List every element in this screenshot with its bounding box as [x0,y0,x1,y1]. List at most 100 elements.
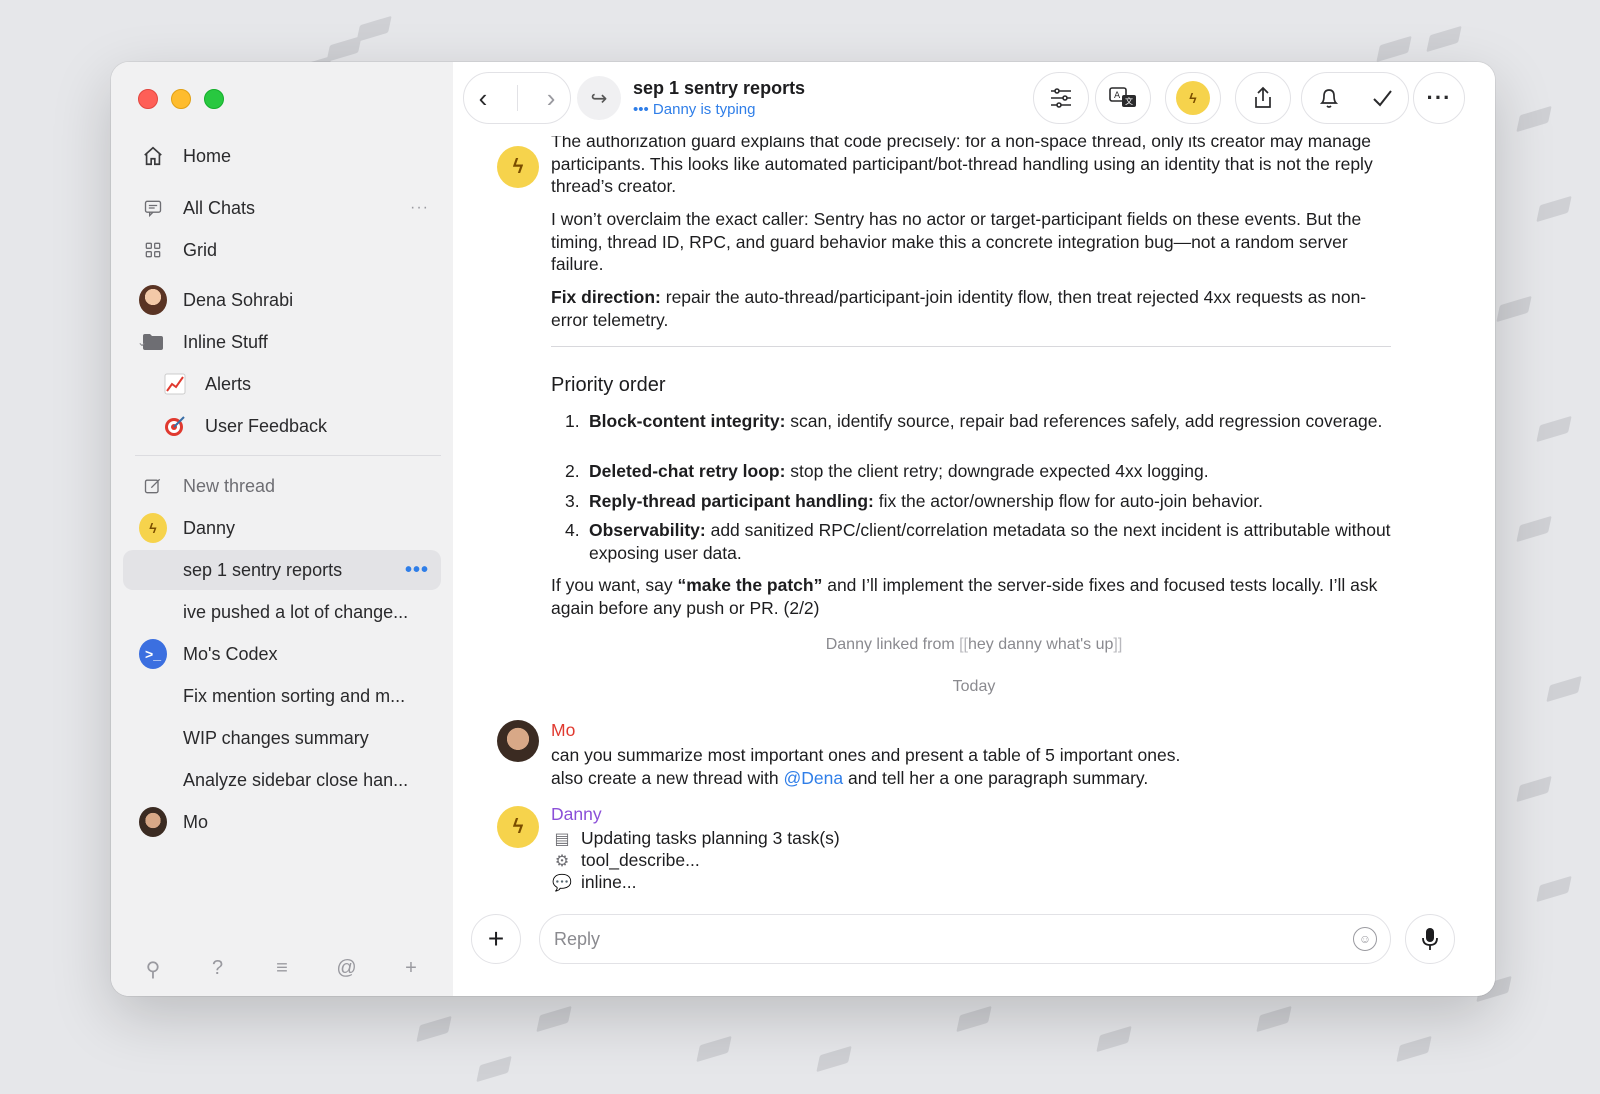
window-controls [138,89,224,109]
message-paragraph: I won’t overclaim the exact caller: Sent… [551,209,1362,274]
app-window: Home All Chats ··· Grid Dena Sohrabi ⌄ I… [111,62,1495,996]
sidebar-item-label: Dena Sohrabi [183,289,294,310]
clipboard-icon: ▤ [554,830,570,848]
sidebar-item-thread[interactable]: ive pushed a lot of change... [123,592,441,632]
message-list: ϟ The authorization guard explains that … [453,136,1495,906]
sender-name[interactable]: Danny [551,804,602,825]
filter-button[interactable] [1033,72,1089,124]
sidebar-item-all-chats[interactable]: All Chats ··· [123,188,441,228]
sidebar-item-label: Danny [183,517,236,538]
divider [551,346,1391,347]
typing-dots-icon: ••• [633,101,653,118]
sidebar-item-label: WIP changes summary [183,727,369,748]
task-status-line: 💬 inline... [552,872,637,892]
reply-arrow-button[interactable]: ↪ [577,76,621,120]
notification-group [1301,72,1409,124]
more-icon[interactable]: ··· [410,199,429,217]
sidebar-item-sep-1-sentry-reports[interactable]: sep 1 sentry reports ••• [123,550,441,590]
search-icon[interactable]: ⚲ [139,957,167,982]
share-icon [1255,86,1271,108]
sidebar-item-danny[interactable]: ϟ Danny [123,508,441,548]
avatar [139,807,167,837]
mention-link[interactable]: @Dena [784,768,844,788]
translate-button[interactable]: A文 [1095,72,1151,124]
sidebar-item-inline-stuff[interactable]: ⌄ Inline Stuff [123,322,441,362]
page-title: sep 1 sentry reports [633,78,806,98]
section-heading: Priority order [551,374,666,396]
maximize-window-button[interactable] [204,89,224,109]
chat-pane: ‹ › ↪ sep 1 sentry reports ••• Danny is … [453,62,1495,996]
forward-button[interactable]: › [547,83,556,114]
bot-avatar-button[interactable]: ϟ [1165,72,1221,124]
microphone-button[interactable] [1405,914,1455,964]
sidebar-item-mo[interactable]: Mo [123,802,441,842]
minimize-window-button[interactable] [171,89,191,109]
svg-text:A: A [1114,91,1121,101]
chat-toolbar: ‹ › ↪ sep 1 sentry reports ••• Danny is … [453,62,1495,136]
target-icon [161,412,189,440]
thread-header: sep 1 sentry reports ••• Danny is typing [633,78,805,118]
avatar: ϟ [497,806,539,848]
sidebar-item-label: Inline Stuff [183,331,268,352]
svg-text:文: 文 [1125,96,1133,106]
sidebar-item-label: Grid [183,239,218,260]
avatar [497,720,539,762]
sidebar-item-label: Mo [183,811,209,832]
sender-name[interactable]: Mo [551,720,575,741]
sidebar-item-label: Home [183,145,232,166]
chart-increasing-icon [161,370,189,398]
sidebar-item-alerts[interactable]: Alerts [123,364,441,404]
add-icon[interactable]: + [397,957,425,982]
avatar: ϟ [139,513,167,543]
sidebar-item-label: All Chats [183,197,256,218]
list-item: 2. Deleted-chat retry loop: stop the clie… [565,461,1209,481]
reply-input[interactable] [539,914,1391,964]
chevron-down-icon[interactable]: ⌄ [137,335,147,349]
add-attachment-button[interactable]: + [471,914,521,964]
ellipsis-icon: ··· [1426,85,1452,110]
sidebar: Home All Chats ··· Grid Dena Sohrabi ⌄ I… [111,62,453,996]
sidebar-item-user-feedback[interactable]: User Feedback [123,406,441,446]
grid-icon [139,236,167,264]
sidebar-item-grid[interactable]: Grid [123,230,441,270]
list-icon[interactable]: ≡ [268,957,296,982]
message-paragraph: Fix direction: repair the auto-thread/pa… [551,287,1367,330]
more-options-button[interactable]: ··· [1413,72,1465,124]
mention-icon[interactable]: @ [333,957,361,982]
sidebar-item-new-thread[interactable]: New thread [123,466,441,506]
avatar [139,285,167,315]
composer: + ☺ [453,906,1495,996]
back-button[interactable]: ‹ [479,83,488,114]
day-separator: Today [952,678,996,695]
more-icon[interactable]: ••• [405,559,429,582]
emoji-icon[interactable]: ☺ [1353,927,1377,951]
list-item: 1. Block-content integrity: scan, identif… [565,411,1383,431]
sidebar-item-label: Fix mention sorting and m... [183,685,406,706]
share-button[interactable] [1235,72,1291,124]
list-item: 3. Reply-thread participant handling: fix… [565,491,1263,511]
avatar: ϟ [1176,81,1210,115]
list-item: 4. Observability: add sanitized RPC/clien… [565,520,1391,563]
sidebar-bottom-toolbar: ⚲ ? ≡ @ + [139,957,425,982]
task-status-line: ⚙ tool_describe... [551,850,700,871]
bell-icon[interactable] [1318,86,1340,110]
compose-icon [139,472,167,500]
sidebar-item-thread[interactable]: WIP changes summary [123,718,441,758]
avatar: ϟ [497,146,539,188]
sidebar-item-label: ive pushed a lot of change... [183,601,409,622]
sidebar-item-thread[interactable]: Analyze sidebar close han... [123,760,441,800]
typing-status: Danny is typing [652,101,756,118]
linked-thread-link[interactable]: hey danny what's up [968,636,1113,653]
sidebar-item-thread[interactable]: Fix mention sorting and m... [123,676,441,716]
message-paragraph: If you want, say “make the patch” and I’… [551,575,1378,618]
sidebar-item-dena-sohrabi[interactable]: Dena Sohrabi [123,280,441,320]
sidebar-item-home[interactable]: Home [123,136,441,176]
home-icon [139,142,167,170]
sidebar-divider [135,455,441,456]
checkmark-icon[interactable] [1371,87,1393,109]
sidebar-item-mos-codex[interactable]: >_ Mo's Codex [123,634,441,674]
close-window-button[interactable] [138,89,158,109]
help-icon[interactable]: ? [204,957,232,982]
sidebar-item-label: Analyze sidebar close han... [183,769,409,790]
task-status-line: ▤ Updating tasks planning 3 task(s) [551,828,839,849]
